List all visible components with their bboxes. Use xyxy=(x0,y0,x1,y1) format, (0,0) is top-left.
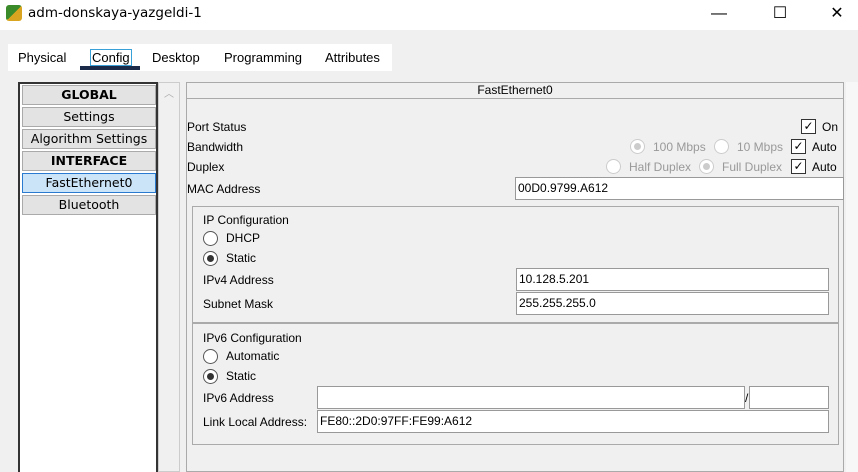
panel-title: FastEthernet0 xyxy=(186,82,844,99)
duplex-label: Duplex xyxy=(187,160,225,174)
bandwidth-100-label: 100 Mbps xyxy=(653,140,706,154)
scroll-up-icon[interactable]: ︿ xyxy=(159,85,179,100)
subnet-mask-label: Subnet Mask xyxy=(203,297,274,311)
bandwidth-10-label: 10 Mbps xyxy=(737,140,784,154)
dhcp-label: DHCP xyxy=(226,231,261,245)
static-ipv6-label: Static xyxy=(226,369,257,383)
full-duplex-radio[interactable] xyxy=(699,159,714,174)
automatic-ipv6-label: Automatic xyxy=(226,349,280,363)
mac-address-field[interactable]: 00D0.9799.A612 xyxy=(515,177,844,200)
ip-configuration-title: IP Configuration xyxy=(203,213,289,227)
tab-attributes[interactable]: Attributes xyxy=(325,50,380,65)
bandwidth-10-radio[interactable] xyxy=(714,139,729,154)
bandwidth-auto-label: Auto xyxy=(812,140,837,154)
panel-scrollbar[interactable] xyxy=(846,82,858,472)
ipv4-address-field[interactable]: 10.128.5.201 xyxy=(516,268,829,291)
port-status-checkbox[interactable]: ✓ xyxy=(801,119,816,134)
port-status-on-label: On xyxy=(822,120,839,134)
bandwidth-auto-checkbox[interactable]: ✓ xyxy=(791,139,806,154)
static-ipv6-radio[interactable] xyxy=(203,369,218,384)
tab-programming[interactable]: Programming xyxy=(224,50,302,65)
mac-address-label: MAC Address xyxy=(187,182,261,196)
subnet-mask-field[interactable]: 255.255.255.0 xyxy=(516,292,829,315)
sidebar-header-interface: INTERFACE xyxy=(22,151,156,171)
sidebar-scrollbar[interactable]: ︿ xyxy=(158,82,180,472)
tab-config[interactable]: Config xyxy=(90,49,132,66)
half-duplex-radio[interactable] xyxy=(606,159,621,174)
sidebar-item-bluetooth[interactable]: Bluetooth xyxy=(22,195,156,215)
ipv6-prefix-field[interactable] xyxy=(749,386,829,409)
duplex-auto-checkbox[interactable]: ✓ xyxy=(791,159,806,174)
static-ipv4-label: Static xyxy=(226,251,257,265)
sidebar-item-fastethernet0[interactable]: FastEthernet0 xyxy=(22,173,156,193)
ipv6-prefix-separator: / xyxy=(745,391,749,405)
static-ipv4-radio[interactable] xyxy=(203,251,218,266)
link-local-address-field[interactable]: FE80::2D0:97FF:FE99:A612 xyxy=(317,410,829,433)
sidebar-header-global: GLOBAL xyxy=(22,85,156,105)
automatic-ipv6-radio[interactable] xyxy=(203,349,218,364)
dhcp-radio[interactable] xyxy=(203,231,218,246)
ipv6-address-label: IPv6 Address xyxy=(203,391,274,405)
tab-physical[interactable]: Physical xyxy=(18,50,66,65)
maximize-button[interactable]: ☐ xyxy=(757,2,803,28)
bandwidth-100-radio[interactable] xyxy=(630,139,645,154)
link-local-address-label: Link Local Address: xyxy=(203,415,308,429)
close-button[interactable]: ✕ xyxy=(814,2,858,28)
port-status-label: Port Status xyxy=(187,120,247,134)
half-duplex-label: Half Duplex xyxy=(629,160,692,174)
duplex-auto-label: Auto xyxy=(812,160,837,174)
tab-desktop[interactable]: Desktop xyxy=(152,50,200,65)
window-title: adm-donskaya-yazgeldi-1 xyxy=(28,5,202,21)
ipv4-address-label: IPv4 Address xyxy=(203,273,274,287)
sidebar-item-algorithm-settings[interactable]: Algorithm Settings xyxy=(22,129,156,149)
ipv6-configuration-title: IPv6 Configuration xyxy=(203,331,302,345)
minimize-button[interactable]: — xyxy=(696,2,742,28)
sidebar-item-settings[interactable]: Settings xyxy=(22,107,156,127)
sidebar-list: GLOBAL Settings Algorithm Settings INTER… xyxy=(18,82,158,472)
full-duplex-label: Full Duplex xyxy=(722,160,783,174)
active-tab-indicator xyxy=(80,66,140,70)
bandwidth-label: Bandwidth xyxy=(187,140,244,154)
app-icon xyxy=(6,5,22,21)
ipv6-address-field[interactable] xyxy=(317,386,745,409)
